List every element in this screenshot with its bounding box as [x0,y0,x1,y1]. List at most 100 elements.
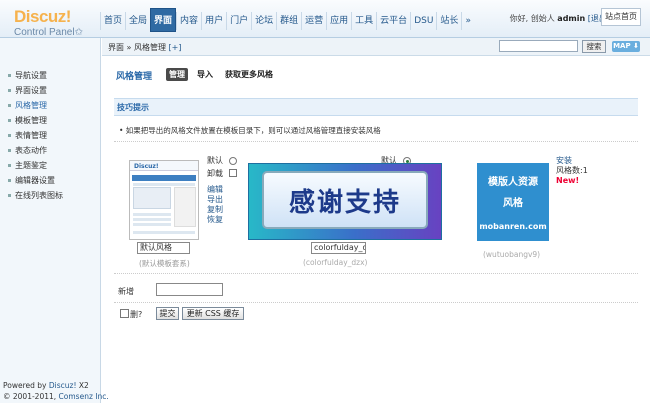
copyright-prefix: © 2001-2011, [3,392,59,401]
nav-item[interactable]: 全局 [125,12,150,30]
page-title: 风格管理 [116,72,153,82]
default-radio[interactable] [229,157,237,165]
star-icon: ✩ [74,27,83,38]
sidebar-item-label: 编辑器设置 [15,176,55,185]
nav-item[interactable]: DSU [410,12,436,30]
search-button[interactable]: 搜索 [582,40,606,53]
nav-item[interactable]: 运营 [301,12,326,30]
install-link[interactable]: 安装 [556,156,588,166]
nav-item[interactable]: 应用 [326,12,351,30]
thumb-logo: Discuz! [134,163,159,170]
install-info: 安装 风格数:1 New! [556,156,588,186]
delete-label: 删? [130,310,143,319]
style-name-input[interactable]: colorfulday_d [311,242,366,254]
sidebar-item-label: 主题鉴定 [15,161,47,170]
sidebar-item[interactable]: 在线列表图标 [0,188,100,203]
sidebar-item[interactable]: 表态动作 [0,143,100,158]
update-css-button[interactable]: 更新 CSS 缓存 [182,307,244,320]
bullet-icon [8,164,11,167]
company-link[interactable]: Comsenz Inc. [59,392,109,401]
edit-link[interactable]: 编辑 [207,185,223,195]
thumb-line-1: 模版人资源 [488,177,538,188]
sidebar-item-label: 导航设置 [15,71,47,80]
new-style-label: 新增 [118,287,134,296]
style-name-input[interactable]: 默认风格 [137,242,190,254]
nav-item[interactable]: 论坛 [251,12,276,30]
logo[interactable]: Discuz! Control Panel✩ [14,7,83,38]
bullet-icon [8,179,11,182]
nav-item[interactable]: 门户 [226,12,251,30]
nav-item[interactable]: 站长 [436,12,461,30]
thumb-line-2: 风格 [503,198,523,209]
sidebar-item[interactable]: 主题鉴定 [0,158,100,173]
nav-item[interactable]: 内容 [176,12,201,30]
nav-item[interactable]: » [461,12,474,30]
sidebar-item-label: 模板管理 [15,116,47,125]
page-tab[interactable]: 管理 [166,68,188,81]
sidebar-item-label: 界面设置 [15,86,47,95]
bullet-icon [8,119,11,122]
thumb-line-3: mobanren.com [479,222,547,231]
restore-link[interactable]: 恢复 [207,215,223,225]
logo-mark: ! [65,7,72,26]
sidebar-item[interactable]: 风格管理 [0,98,100,113]
style-dir: (wutuobangv9) [483,250,541,259]
logo-sub-text: Control Panel [14,27,75,38]
bullet-icon [8,89,11,92]
user-bar: 你好, 创始人 admin [退出] [510,13,610,24]
breadcrumb: 界面 » 风格管理 [+] [108,42,181,53]
sidebar-item[interactable]: 编辑器设置 [0,173,100,188]
uninstall-label: 卸载 [207,169,223,178]
sidebar-list: 导航设置界面设置风格管理模板管理表情管理表态动作主题鉴定编辑器设置在线列表图标 [0,68,100,203]
sidebar-item[interactable]: 导航设置 [0,68,100,83]
divider [114,302,638,303]
style-dir: (默认模板套系) [139,259,190,268]
sidebar: 导航设置界面设置风格管理模板管理表情管理表态动作主题鉴定编辑器设置在线列表图标 [0,38,101,403]
sidebar-item-label: 表情管理 [15,131,47,140]
style-count: 风格数:1 [556,166,588,175]
page-tab[interactable]: 获取更多风格 [222,68,276,81]
divider [114,141,638,142]
site-home-button[interactable]: 站点首页 [601,8,641,26]
bullet-icon [8,74,11,77]
map-button[interactable]: MAP ⬇ [612,41,640,52]
sidebar-item[interactable]: 界面设置 [0,83,100,98]
sidebar-item-label: 风格管理 [15,101,47,110]
nav-item[interactable]: 首页 [100,12,125,30]
submit-button[interactable]: 提交 [156,307,179,320]
sidebar-item-label: 在线列表图标 [15,191,63,200]
sidebar-item[interactable]: 表情管理 [0,128,100,143]
copy-link[interactable]: 复制 [207,205,223,215]
powered-brand-link[interactable]: Discuz! [49,381,77,390]
top-nav: 首页 全局 界面 内容 用户 门户 论坛 群组 运营 应用 工具 云平台 DSU 站长» [100,8,474,32]
tips-bar [114,98,638,116]
nav-item[interactable]: 用户 [201,12,226,30]
default-label: 默认 [207,156,223,165]
divider [114,273,638,274]
username[interactable]: admin [557,14,585,23]
search-input[interactable] [499,40,578,52]
add-shortcut-link[interactable]: [+] [169,43,182,52]
nav-item[interactable]: 群组 [276,12,301,30]
nav-item[interactable]: 云平台 [376,12,410,30]
bullet-icon [8,194,11,197]
style-dir: (colorfulday_dzx) [303,258,368,267]
powered-version: X2 [76,381,89,390]
sidebar-item[interactable]: 模板管理 [0,113,100,128]
style-actions: 编辑 导出 复制 恢复 [207,185,223,225]
greeting-text: 你好, 创始人 [509,14,555,23]
powered-by: Powered by Discuz! X2 © 2001-2011, Comse… [3,380,109,402]
delete-checkbox[interactable] [120,309,129,318]
page-tabs: 管理 导入 获取更多风格 [166,68,276,81]
bullet-icon [8,149,11,152]
bullet-icon [8,104,11,107]
export-link[interactable]: 导出 [207,195,223,205]
nav-item[interactable]: 界面 [150,8,177,32]
banner-text: 感谢支持 [288,188,401,218]
sidebar-item-label: 表态动作 [15,146,47,155]
new-badge: New! [556,176,580,185]
uninstall-checkbox[interactable] [229,169,237,177]
nav-item[interactable]: 工具 [351,12,376,30]
new-style-input[interactable] [156,283,223,296]
page-tab[interactable]: 导入 [194,68,216,81]
